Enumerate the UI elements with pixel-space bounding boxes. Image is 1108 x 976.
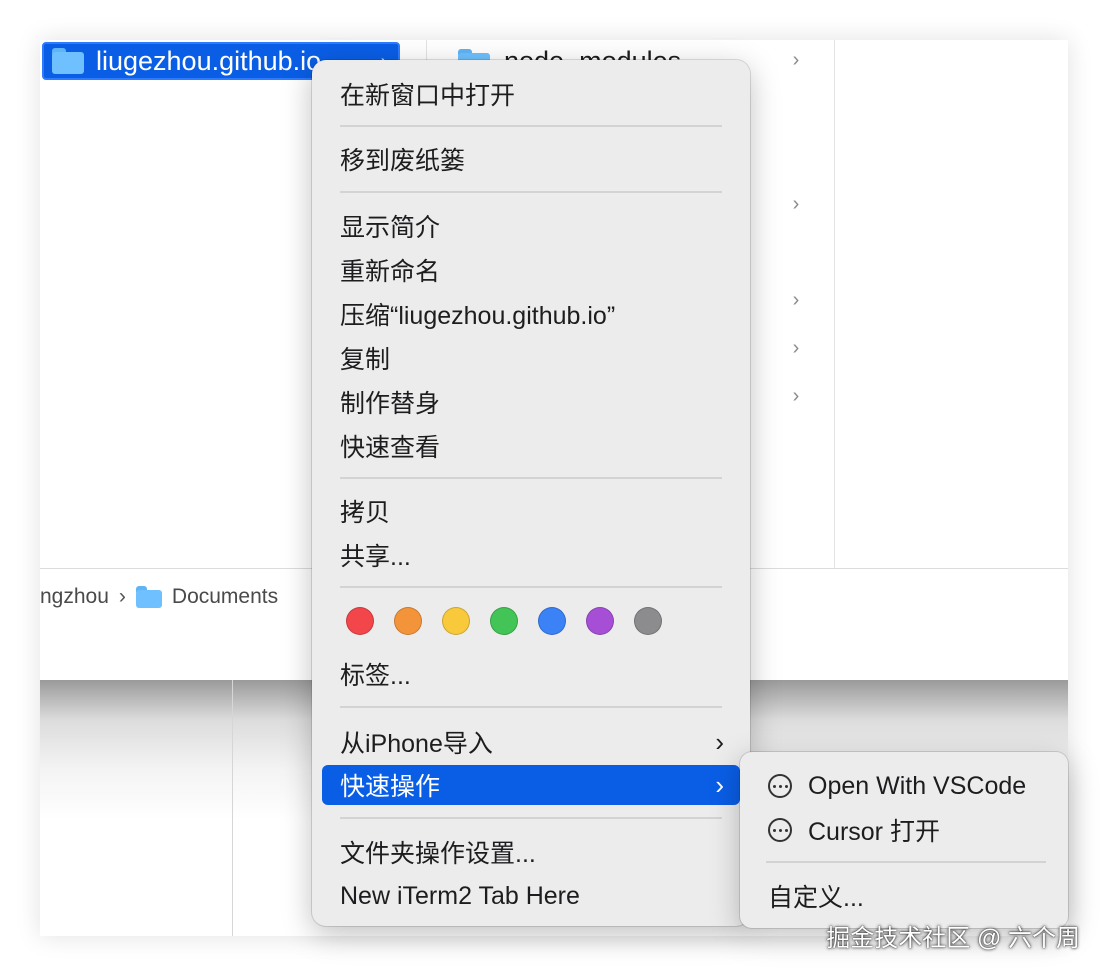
- menu-item-label: 重新命名: [340, 258, 441, 286]
- menu-item-quick-look[interactable]: 快速查看: [322, 426, 740, 466]
- menu-item-label: 快速操作: [340, 773, 441, 801]
- menu-item-label: 从iPhone导入: [340, 730, 493, 758]
- menu-item-get-info[interactable]: 显示简介: [322, 206, 740, 246]
- menu-separator: [340, 817, 722, 819]
- documents-folder-icon: [135, 586, 162, 608]
- menu-item-label: 复制: [340, 346, 391, 374]
- chevron-right-icon: ›: [792, 336, 800, 359]
- menu-item-make-alias[interactable]: 制作替身: [322, 382, 740, 422]
- column-divider[interactable]: [834, 40, 835, 568]
- quick-actions-submenu: Open With VSCode Cursor 打开 自定义...: [740, 752, 1068, 928]
- submenu-item-label: 自定义...: [768, 884, 864, 912]
- menu-item-folder-actions[interactable]: 文件夹操作设置...: [322, 832, 740, 872]
- menu-item-label: 标签...: [340, 662, 411, 690]
- submenu-item-cursor-open[interactable]: Cursor 打开: [750, 810, 1058, 850]
- chevron-right-icon: ›: [715, 726, 724, 757]
- menu-separator: [340, 191, 722, 193]
- menu-separator: [340, 586, 722, 588]
- tag-purple[interactable]: [586, 607, 614, 635]
- tag-green[interactable]: [490, 607, 518, 635]
- menu-item-label: 快速查看: [340, 434, 441, 462]
- menu-item-label: 移到废纸篓: [340, 147, 466, 175]
- folder-icon: [52, 48, 84, 74]
- menu-separator: [340, 477, 722, 479]
- chevron-right-icon: ›: [715, 769, 724, 800]
- path-user-label: ngzhou: [40, 585, 109, 608]
- menu-item-label: 显示简介: [340, 214, 441, 242]
- menu-item-label: 拷贝: [340, 499, 391, 527]
- path-separator-icon: ›: [118, 585, 126, 608]
- selected-folder-name: liugezhou.github.io: [96, 45, 322, 76]
- menu-item-label: 共享...: [340, 543, 411, 571]
- submenu-item-label: Cursor 打开: [808, 818, 940, 846]
- menu-item-label: 在新窗口中打开: [340, 82, 516, 110]
- menu-item-move-to-trash[interactable]: 移到废纸篓: [322, 139, 740, 179]
- menu-item-share[interactable]: 共享...: [322, 535, 740, 575]
- context-menu: 在新窗口中打开 移到废纸篓 显示简介 重新命名 压缩“liugezhou.git…: [312, 60, 750, 926]
- tag-blue[interactable]: [538, 607, 566, 635]
- menu-item-copy[interactable]: 拷贝: [322, 491, 740, 531]
- path-segment-user[interactable]: ngzhou ›: [40, 585, 136, 609]
- path-segment-documents[interactable]: Documents: [135, 585, 279, 609]
- chevron-right-icon: ›: [792, 288, 800, 311]
- menu-separator: [340, 125, 722, 127]
- menu-item-label: New iTerm2 Tab Here: [340, 881, 580, 910]
- submenu-separator: [766, 861, 1046, 863]
- chevron-right-icon: ›: [792, 48, 800, 71]
- menu-item-tags[interactable]: 标签...: [322, 654, 740, 694]
- menu-item-quick-actions[interactable]: 快速操作 ›: [322, 765, 740, 805]
- menu-item-label: 文件夹操作设置...: [340, 840, 536, 868]
- path-documents-label: Documents: [171, 585, 279, 608]
- menu-item-rename[interactable]: 重新命名: [322, 250, 740, 290]
- submenu-item-label: Open With VSCode: [808, 771, 1027, 800]
- menu-item-open-new-window[interactable]: 在新窗口中打开: [322, 74, 740, 114]
- submenu-item-open-vscode[interactable]: Open With VSCode: [750, 766, 1058, 806]
- tag-colors: [346, 607, 662, 635]
- menu-item-label: 压缩“liugezhou.github.io”: [340, 302, 616, 330]
- more-actions-icon: [768, 774, 792, 798]
- menu-item-new-iterm-tab[interactable]: New iTerm2 Tab Here: [322, 876, 740, 916]
- watermark: 掘金技术社区 @ 六个周: [826, 925, 1080, 952]
- more-actions-icon: [768, 818, 792, 842]
- chevron-right-icon: ›: [792, 384, 800, 407]
- tag-red[interactable]: [346, 607, 374, 635]
- menu-separator: [340, 706, 722, 708]
- menu-item-compress[interactable]: 压缩“liugezhou.github.io”: [322, 294, 740, 334]
- tag-gray[interactable]: [634, 607, 662, 635]
- menu-item-label: 制作替身: [340, 390, 441, 418]
- chevron-right-icon: ›: [792, 192, 800, 215]
- submenu-item-customize[interactable]: 自定义...: [750, 876, 1058, 916]
- menu-item-duplicate[interactable]: 复制: [322, 338, 740, 378]
- menu-item-import-iphone[interactable]: 从iPhone导入 ›: [322, 722, 740, 762]
- tag-yellow[interactable]: [442, 607, 470, 635]
- tag-orange[interactable]: [394, 607, 422, 635]
